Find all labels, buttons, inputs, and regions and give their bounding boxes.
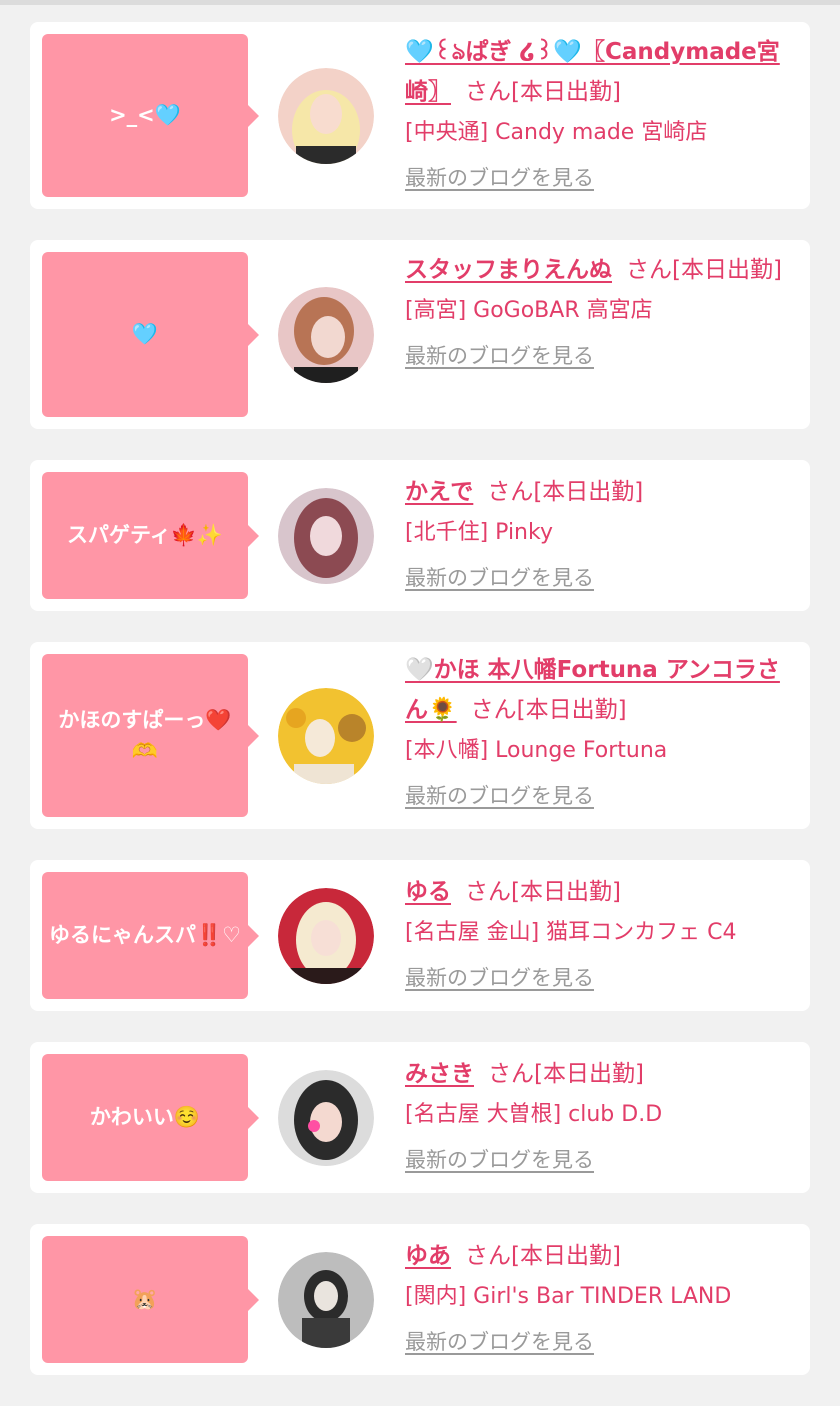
shop-label: [高宮] GoGoBAR 高宮店 — [405, 298, 653, 323]
avatar-photo — [278, 488, 374, 584]
avatar[interactable] — [278, 68, 374, 164]
cast-info: ゆる さん[本日出勤] [名古屋 金山] 猫耳コンカフェ C4 最新のブログを見る — [405, 872, 800, 992]
list-item: ゆるにゃんスパ‼️♡ ゆる さん[本日出勤] [名古屋 金山] 猫耳コンカフェ C… — [30, 860, 810, 1011]
cast-info: 🤍かほ 本八幡Fortuna アンコラさん🌻 さん[本日出勤] [本八幡] Lou… — [405, 650, 800, 810]
cast-name-link[interactable]: みさき — [405, 1061, 474, 1087]
top-divider — [0, 0, 840, 5]
avatar-photo — [278, 888, 374, 984]
avatar[interactable] — [278, 688, 374, 784]
comment-bubble: >_<🩵 — [42, 34, 259, 197]
cast-name-link[interactable]: スタッフまりえんぬ — [405, 257, 612, 283]
avatar[interactable] — [278, 488, 374, 584]
comment-bubble: かわいい☺️ — [42, 1054, 259, 1181]
latest-blog-link[interactable]: 最新のブログを見る — [405, 780, 594, 810]
list-item: >_<🩵 🩵꒰ঌぱぎ ໒꒱🩵〖Candymade宮崎〗 さん[本日出勤] [中央通… — [30, 22, 810, 209]
attendance-status: さん[本日出勤] — [465, 879, 621, 905]
list-item: 🐹 ゆあ さん[本日出勤] [関内] Girl's Bar TINDER LAND… — [30, 1224, 810, 1375]
avatar-photo — [278, 688, 374, 784]
list-item: かわいい☺️ みさき さん[本日出勤] [名古屋 大曽根] club D.D 最新… — [30, 1042, 810, 1193]
avatar[interactable] — [278, 1070, 374, 1166]
avatar[interactable] — [278, 888, 374, 984]
avatar-photo — [278, 287, 374, 383]
comment-bubble: 🩵 — [42, 252, 259, 417]
latest-blog-link[interactable]: 最新のブログを見る — [405, 562, 594, 592]
latest-blog-link[interactable]: 最新のブログを見る — [405, 340, 594, 370]
cast-info: かえで さん[本日出勤] [北千住] Pinky 最新のブログを見る — [405, 472, 800, 592]
attendance-status: さん[本日出勤] — [470, 697, 627, 723]
comment-bubble: 🐹 — [42, 1236, 259, 1363]
cast-info: みさき さん[本日出勤] [名古屋 大曽根] club D.D 最新のブログを見る — [405, 1054, 800, 1174]
avatar-photo — [278, 1070, 374, 1166]
attendance-status: さん[本日出勤] — [488, 1061, 644, 1087]
latest-blog-link[interactable]: 最新のブログを見る — [405, 1144, 594, 1174]
cast-info: スタッフまりえんぬ さん[本日出勤] [高宮] GoGoBAR 高宮店 最新のブロ… — [405, 250, 800, 370]
list-item: スパゲティ🍁✨ かえで さん[本日出勤] [北千住] Pinky 最新のブログを見… — [30, 460, 810, 611]
cast-info: ゆあ さん[本日出勤] [関内] Girl's Bar TINDER LAND 最… — [405, 1236, 800, 1356]
latest-blog-link[interactable]: 最新のブログを見る — [405, 1326, 594, 1356]
avatar[interactable] — [278, 287, 374, 383]
latest-blog-link[interactable]: 最新のブログを見る — [405, 962, 594, 992]
comment-bubble: スパゲティ🍁✨ — [42, 472, 259, 599]
cast-list: >_<🩵 🩵꒰ঌぱぎ ໒꒱🩵〖Candymade宮崎〗 さん[本日出勤] [中央通… — [30, 22, 810, 1406]
shop-label: [名古屋 大曽根] club D.D — [405, 1102, 663, 1127]
list-item: かほのすぱーっ❤️🫶 🤍かほ 本八幡Fortuna アンコラさん🌻 さん[本日出勤… — [30, 642, 810, 829]
shop-label: [関内] Girl's Bar TINDER LAND — [405, 1284, 732, 1309]
shop-label: [北千住] Pinky — [405, 520, 553, 545]
attendance-status: さん[本日出勤] — [487, 479, 644, 505]
avatar-photo — [278, 1252, 374, 1348]
shop-label: [名古屋 金山] 猫耳コンカフェ C4 — [405, 920, 737, 945]
cast-name-link[interactable]: ゆる — [405, 879, 451, 905]
avatar[interactable] — [278, 1252, 374, 1348]
cast-name-link[interactable]: ゆあ — [405, 1243, 451, 1269]
comment-bubble: ゆるにゃんスパ‼️♡ — [42, 872, 259, 999]
attendance-status: さん[本日出勤] — [465, 79, 621, 105]
latest-blog-link[interactable]: 最新のブログを見る — [405, 162, 594, 192]
list-item: 🩵 スタッフまりえんぬ さん[本日出勤] [高宮] GoGoBAR 高宮店 最新の… — [30, 240, 810, 429]
shop-label: [中央通] Candy made 宮崎店 — [405, 120, 708, 145]
shop-label: [本八幡] Lounge Fortuna — [405, 738, 668, 763]
comment-bubble: かほのすぱーっ❤️🫶 — [42, 654, 259, 817]
attendance-status: さん[本日出勤] — [465, 1243, 621, 1269]
cast-info: 🩵꒰ঌぱぎ ໒꒱🩵〖Candymade宮崎〗 さん[本日出勤] [中央通] Can… — [405, 32, 800, 192]
cast-name-link[interactable]: かえで — [405, 479, 473, 505]
avatar-photo — [278, 68, 374, 164]
attendance-status: さん[本日出勤] — [626, 257, 782, 283]
